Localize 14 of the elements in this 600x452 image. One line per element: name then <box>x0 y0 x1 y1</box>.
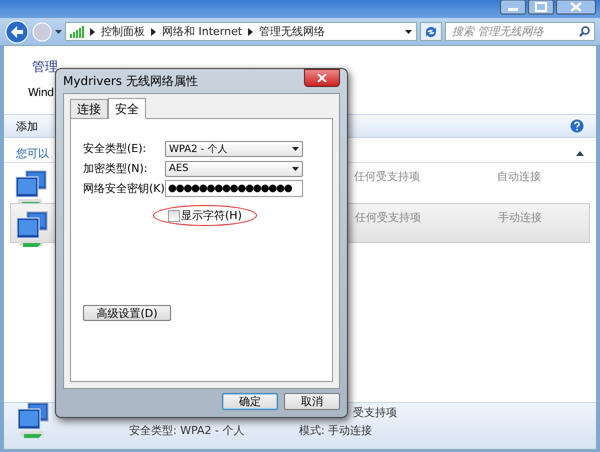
page-title: 管理 <box>32 59 59 76</box>
mode-cell-text: 手动连接 <box>498 210 543 225</box>
security-cell-text: 任何受支持项 <box>354 169 421 184</box>
details-text: 受支持项 <box>353 404 398 420</box>
details-text: 模式: 手动连接 <box>299 422 374 438</box>
field-label: 安全类型(E): <box>83 141 148 156</box>
dialog-title: Mydrivers 无线网络属性 <box>63 72 198 90</box>
details-text: 安全类型: WPA2 - 个人 <box>129 422 246 438</box>
mode-cell-text: 自动连接 <box>497 169 542 184</box>
field-label: 加密类型(N): <box>83 161 149 176</box>
description-text: Wind <box>28 86 55 99</box>
security-cell-text: 任何受支持项 <box>355 210 422 225</box>
field-label: 网络安全密钥(K) <box>83 181 165 196</box>
list-heading: 您可以 <box>16 146 49 160</box>
